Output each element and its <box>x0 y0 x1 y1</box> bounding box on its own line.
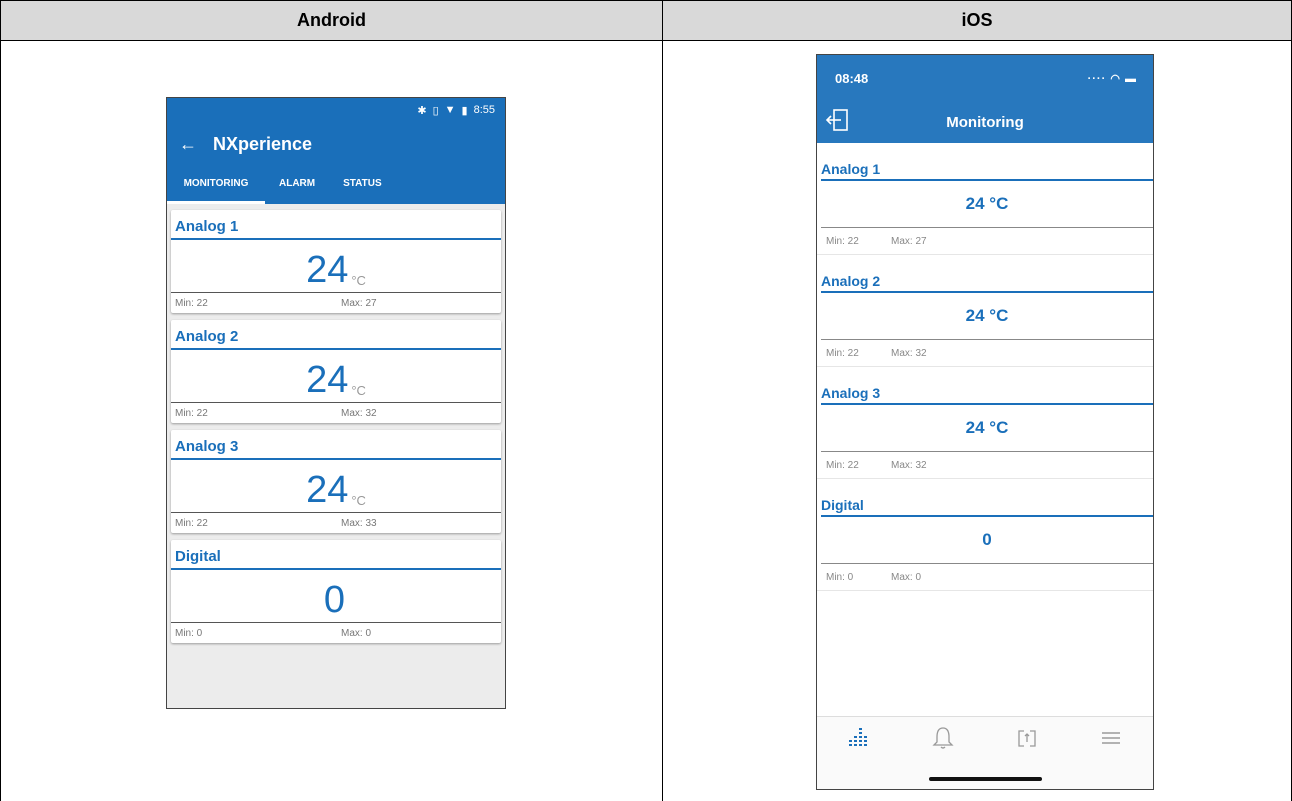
monitor-section[interactable]: Analog 3 24 °C Min: 22 Max: 32 <box>817 367 1153 479</box>
logout-icon[interactable] <box>825 107 851 133</box>
max-label: Max: 0 <box>341 627 372 639</box>
ios-status-bar: 08:48 ···· ◠ ▬ <box>817 55 1153 101</box>
card-title: Analog 2 <box>171 320 501 350</box>
value-number: 0 <box>323 579 346 621</box>
home-indicator[interactable] <box>929 777 1042 781</box>
max-label: Max: 0 <box>891 571 922 583</box>
battery-icon: ▮ <box>461 104 468 117</box>
section-title: Analog 1 <box>821 161 1153 181</box>
vibrate-icon: ▯ <box>432 104 439 117</box>
card-value: 24 °C <box>171 240 501 293</box>
android-column-header: Android <box>0 0 663 41</box>
wifi-icon: ▼ <box>444 104 456 116</box>
min-label: Min: 0 <box>175 627 203 639</box>
tab-monitoring[interactable]: MONITORING <box>167 166 265 204</box>
min-label: Min: 22 <box>175 517 208 529</box>
monitor-card[interactable]: Analog 2 24 °C Min: 22 Max: 32 <box>171 320 501 423</box>
min-label: Min: 22 <box>826 347 859 359</box>
refresh-icon[interactable] <box>1007 725 1047 751</box>
value-unit: °C <box>351 493 366 508</box>
monitor-section[interactable]: Digital 0 Min: 0 Max: 0 <box>817 479 1153 591</box>
section-footer: Min: 0 Max: 0 <box>817 564 1153 590</box>
card-value: 24 °C <box>171 350 501 403</box>
max-label: Max: 27 <box>341 297 377 309</box>
card-title: Analog 3 <box>171 430 501 460</box>
value-number: 24 <box>306 249 349 291</box>
monitoring-icon[interactable] <box>839 725 879 751</box>
bluetooth-icon: ✱ <box>417 104 427 117</box>
section-value: 24 °C <box>821 293 1153 340</box>
min-label: Min: 22 <box>175 407 208 419</box>
section-value: 24 °C <box>821 181 1153 228</box>
ios-status-time: 08:48 <box>835 70 869 86</box>
android-status-time: 8:55 <box>473 104 495 116</box>
monitor-card[interactable]: Digital 0 Min: 0 Max: 0 <box>171 540 501 643</box>
nav-title: Monitoring <box>946 113 1024 131</box>
ios-column-header: iOS <box>662 0 1292 41</box>
max-label: Max: 27 <box>891 235 927 247</box>
min-label: Min: 22 <box>826 459 859 471</box>
max-label: Max: 33 <box>341 517 377 529</box>
max-label: Max: 32 <box>891 347 927 359</box>
signal-icon: ···· <box>1087 72 1107 85</box>
max-label: Max: 32 <box>891 459 927 471</box>
monitor-section[interactable]: Analog 1 24 °C Min: 22 Max: 27 <box>817 143 1153 255</box>
section-footer: Min: 22 Max: 32 <box>817 340 1153 366</box>
battery-icon: ▬ <box>1125 72 1137 85</box>
card-footer: Min: 22 Max: 33 <box>171 513 501 533</box>
value-unit: °C <box>351 383 366 398</box>
monitor-card[interactable]: Analog 3 24 °C Min: 22 Max: 33 <box>171 430 501 533</box>
min-label: Min: 22 <box>826 235 859 247</box>
card-footer: Min: 0 Max: 0 <box>171 623 501 643</box>
android-app-bar: ← NXperience <box>167 122 505 166</box>
section-value: 0 <box>821 517 1153 564</box>
value-number: 24 <box>306 469 349 511</box>
min-label: Min: 0 <box>826 571 854 583</box>
card-value: 0 <box>171 570 501 623</box>
section-value: 24 °C <box>821 405 1153 452</box>
monitor-section[interactable]: Analog 2 24 °C Min: 22 Max: 32 <box>817 255 1153 367</box>
tab-status[interactable]: STATUS <box>329 166 396 204</box>
ios-nav-bar: Monitoring <box>817 101 1153 143</box>
section-title: Digital <box>821 497 1153 517</box>
monitor-card[interactable]: Analog 1 24 °C Min: 22 Max: 27 <box>171 210 501 313</box>
card-footer: Min: 22 Max: 32 <box>171 403 501 423</box>
ios-tab-bar <box>817 716 1153 789</box>
android-status-bar: ✱ ▯ ▼ ▮ 8:55 <box>167 98 505 122</box>
wifi-icon: ◠ <box>1110 72 1121 85</box>
back-arrow-icon[interactable]: ← <box>179 134 213 155</box>
card-footer: Min: 22 Max: 27 <box>171 293 501 313</box>
android-card-list: Analog 1 24 °C Min: 22 Max: 27 Analog 2 … <box>167 204 505 643</box>
card-title: Digital <box>171 540 501 570</box>
card-title: Analog 1 <box>171 210 501 240</box>
max-label: Max: 32 <box>341 407 377 419</box>
tab-alarm[interactable]: ALARM <box>265 166 329 204</box>
android-tab-bar: MONITORING ALARM STATUS <box>167 166 505 204</box>
section-title: Analog 3 <box>821 385 1153 405</box>
card-value: 24 °C <box>171 460 501 513</box>
section-title: Analog 2 <box>821 273 1153 293</box>
section-footer: Min: 22 Max: 27 <box>817 228 1153 254</box>
min-label: Min: 22 <box>175 297 208 309</box>
bell-icon[interactable] <box>923 725 963 751</box>
section-footer: Min: 22 Max: 32 <box>817 452 1153 478</box>
ios-screenshot: 08:48 ···· ◠ ▬ Monitoring Analog 1 24 °C… <box>816 54 1154 790</box>
menu-icon[interactable] <box>1091 725 1131 751</box>
value-unit: °C <box>351 273 366 288</box>
app-title: NXperience <box>213 133 313 154</box>
value-number: 24 <box>306 359 349 401</box>
android-screenshot: ✱ ▯ ▼ ▮ 8:55 ← NXperience MONITORING ALA… <box>166 97 506 709</box>
